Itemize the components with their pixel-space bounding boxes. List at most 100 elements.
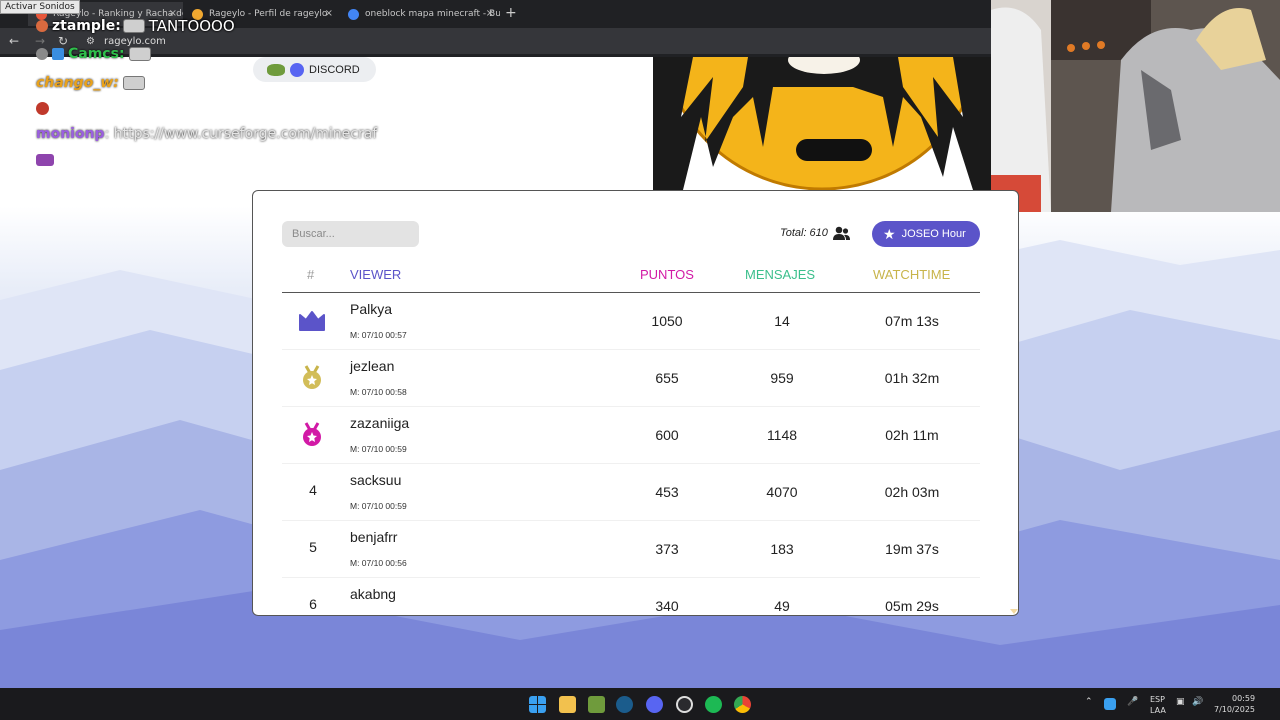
puntos-cell: 373 <box>655 541 679 557</box>
discord-icon[interactable] <box>646 696 663 713</box>
bronze-medal-icon <box>303 422 321 446</box>
clock-time[interactable]: 00:59 <box>1232 694 1255 703</box>
star-icon: ★ <box>883 226 896 242</box>
chat-message: monionp : https://www.curseforge.com/min… <box>36 126 377 142</box>
table-row[interactable]: 5 benjafrr M: 07/10 00:56 373 183 19m 37… <box>282 521 980 578</box>
windows-taskbar: ⌃ 🎤 ESP LAA ▣ 🔊 00:59 7/10/2025 <box>0 688 1280 720</box>
joseo-hour-button[interactable]: ★ JOSEO Hour <box>872 221 980 247</box>
chat-username: chango_w: <box>36 75 119 91</box>
rank-number: 5 <box>309 539 317 555</box>
discord-button[interactable]: DISCORD <box>253 57 376 82</box>
mensajes-cell: 4070 <box>766 484 798 500</box>
chrome-icon[interactable] <box>734 696 751 713</box>
chat-badge-icon <box>36 48 48 60</box>
chat-message <box>36 102 53 115</box>
chat-emote-icon <box>36 102 49 115</box>
folder-icon[interactable] <box>559 696 576 713</box>
steam-icon[interactable] <box>616 696 633 713</box>
watchtime-cell: 02h 11m <box>885 427 939 443</box>
chat-emote-icon <box>122 19 145 33</box>
silver-medal-icon <box>303 365 321 389</box>
language-bottom[interactable]: LAA <box>1150 706 1166 715</box>
activar-sonidos-button[interactable]: Activar Sonidos <box>0 0 80 14</box>
chat-username: ztample: <box>52 18 121 34</box>
watchtime-cell: 19m 37s <box>885 541 939 557</box>
obs-icon[interactable] <box>676 696 693 713</box>
viewer-last-message: M: 07/10 00:58 <box>350 387 407 397</box>
users-icon <box>833 226 850 240</box>
mensajes-cell: 1148 <box>766 427 798 443</box>
chat-badge-icon <box>36 20 48 32</box>
viewer-name: benjafrr <box>350 529 398 545</box>
network-icon[interactable]: ▣ <box>1176 697 1185 707</box>
volume-icon[interactable]: 🔊 <box>1192 697 1203 707</box>
new-tab-icon[interactable]: + <box>505 5 517 21</box>
watchtime-cell: 01h 32m <box>884 370 940 386</box>
webcam-feed <box>991 0 1280 212</box>
frog-emote-icon <box>267 63 285 76</box>
scroll-down-arrow-icon[interactable] <box>1010 609 1018 614</box>
puntos-cell: 453 <box>655 484 679 500</box>
viewer-name: akabng <box>350 586 396 602</box>
col-mensajes-header[interactable]: MENSAJES <box>745 267 815 282</box>
table-row[interactable]: 6 akabng 340 49 05m 29s <box>282 578 980 615</box>
chat-link[interactable]: : https://www.curseforge.com/minecraf <box>105 126 378 142</box>
chat-username: monionp <box>36 126 105 142</box>
table-row[interactable]: Palkya M: 07/10 00:57 1050 14 07m 13s <box>282 293 980 350</box>
mensajes-cell: 183 <box>770 541 794 557</box>
spotify-icon[interactable] <box>705 696 722 713</box>
back-arrow-icon[interactable]: ← <box>9 34 19 48</box>
leaderboard-panel: Total: 610 ★ JOSEO Hour # VIEWER PUNTOS … <box>252 190 1019 616</box>
mensajes-cell: 49 <box>774 598 790 614</box>
chat-emote-icon <box>36 154 54 166</box>
puntos-cell: 1050 <box>651 313 683 329</box>
discord-label: DISCORD <box>309 63 360 76</box>
table-row[interactable]: jezlean M: 07/10 00:58 655 959 01h 32m <box>282 350 980 407</box>
language-top[interactable]: ESP <box>1150 695 1165 704</box>
chat-text: TANTOOOO <box>148 17 235 35</box>
tray-app-icon[interactable] <box>1104 698 1116 710</box>
chat-username: Camcs: <box>68 46 125 62</box>
viewer-name: jezlean <box>350 358 395 374</box>
watchtime-cell: 05m 29s <box>885 598 939 614</box>
viewer-name: zazaniiga <box>350 415 410 431</box>
col-puntos-header[interactable]: PUNTOS <box>640 267 694 282</box>
table-row[interactable]: 4 sacksuu M: 07/10 00:59 453 4070 02h 03… <box>282 464 980 521</box>
chat-message <box>36 154 58 166</box>
col-watchtime-header[interactable]: WATCHTIME <box>873 267 950 282</box>
microphone-icon[interactable]: 🎤 <box>1127 697 1138 707</box>
chat-message: chango_w: <box>36 75 145 91</box>
crown-icon <box>299 311 325 331</box>
mensajes-cell: 14 <box>774 313 790 329</box>
col-viewer-header[interactable]: VIEWER <box>350 267 401 282</box>
chat-emote-icon <box>128 47 151 61</box>
table-header: # VIEWER PUNTOS MENSAJES WATCHTIME <box>282 261 980 293</box>
webcam-scene-icon <box>991 0 1280 212</box>
search-input[interactable] <box>282 221 419 247</box>
clock-date[interactable]: 7/10/2025 <box>1214 705 1255 714</box>
browser-tab-google[interactable]: oneblock mapa minecraft - Bus × <box>340 2 500 26</box>
close-tab-icon[interactable]: × <box>325 8 333 19</box>
chat-emote-icon <box>122 76 145 90</box>
col-rank-header[interactable]: # <box>307 267 314 282</box>
total-viewers-label: Total: 610 <box>780 227 828 239</box>
rank-number: 4 <box>309 482 317 498</box>
discord-icon <box>290 62 304 77</box>
table-row[interactable]: zazaniiga M: 07/10 00:59 600 1148 02h 11… <box>282 407 980 464</box>
watchtime-cell: 02h 03m <box>884 484 940 500</box>
show-hidden-icons-icon[interactable]: ⌃ <box>1085 697 1093 707</box>
streamer-emoji-image <box>653 57 991 190</box>
mensajes-cell: 959 <box>770 370 794 386</box>
minecraft-icon[interactable] <box>588 696 605 713</box>
puntos-cell: 600 <box>655 427 679 443</box>
close-tab-icon[interactable]: × <box>486 8 494 19</box>
puntos-cell: 655 <box>655 370 679 386</box>
puntos-cell: 340 <box>655 598 679 614</box>
joseo-hour-label: JOSEO Hour <box>901 228 966 240</box>
tab-title: oneblock mapa minecraft - Bus <box>365 9 500 19</box>
viewer-name: Palkya <box>350 301 393 317</box>
windows-icon[interactable] <box>529 696 546 713</box>
viewer-last-message: M: 07/10 00:56 <box>350 558 407 568</box>
watchtime-cell: 07m 13s <box>885 313 939 329</box>
chat-message: ztample: TANTOOOO <box>36 17 235 35</box>
